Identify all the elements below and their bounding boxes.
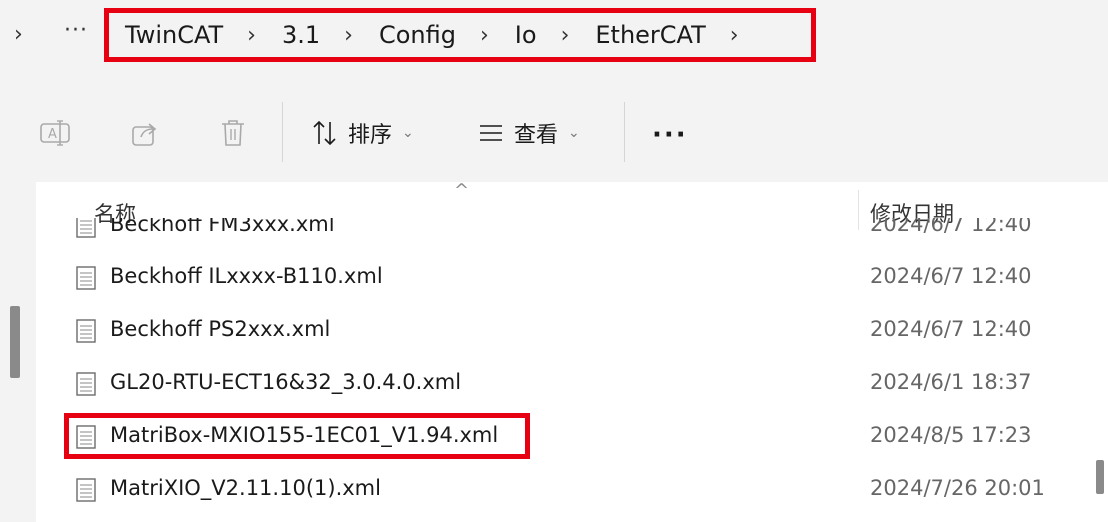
breadcrumb-item-io[interactable]: Io	[515, 21, 537, 49]
expand-path-icon[interactable]: ›	[14, 22, 23, 47]
chevron-right-icon[interactable]: ›	[247, 23, 256, 48]
document-icon	[76, 425, 96, 449]
delete-icon[interactable]	[216, 116, 250, 150]
breadcrumb-segment: TwinCAT ›	[125, 21, 282, 49]
breadcrumb-item-twincat[interactable]: TwinCAT	[125, 21, 223, 49]
file-row[interactable]: GL20-RTU-ECT16&32_3.0.4.0.xml 2024/6/1 1…	[36, 358, 1096, 411]
more-options-button[interactable]: ···	[652, 120, 688, 150]
chevron-down-icon: ⌄	[402, 125, 414, 141]
chevron-down-icon: ⌄	[568, 125, 580, 141]
document-icon	[76, 319, 96, 343]
document-icon	[76, 266, 96, 290]
file-modified-date: 2024/8/5 17:23	[870, 423, 1032, 447]
file-modified-date: 2024/6/1 18:37	[870, 370, 1032, 394]
nav-pane-scrollbar[interactable]	[10, 306, 20, 378]
share-icon-graphic	[132, 123, 157, 146]
file-row[interactable]: Beckhoff FM3xxx.xml 2024/6/7 12:40	[36, 218, 1096, 252]
command-bar: A 排序 ⌄ 查看 ⌄ ···	[0, 94, 1108, 170]
breadcrumb-item-ethercat[interactable]: EtherCAT	[595, 21, 705, 49]
share-icon[interactable]	[128, 116, 162, 150]
file-row[interactable]: Beckhoff PS2xxx.xml 2024/6/7 12:40	[36, 305, 1096, 358]
toolbar-divider	[282, 102, 283, 162]
breadcrumb-item-config[interactable]: Config	[379, 21, 456, 49]
breadcrumb-segment: 3.1 ›	[282, 21, 379, 49]
file-name: Beckhoff ILxxxx-B110.xml	[110, 264, 383, 288]
chevron-right-icon[interactable]: ›	[344, 23, 353, 48]
breadcrumb-segment: Config ›	[379, 21, 515, 49]
breadcrumb-segment: Io ›	[515, 21, 596, 49]
rename-icon[interactable]: A	[38, 116, 72, 150]
sort-arrows-icon	[313, 120, 336, 146]
document-icon	[76, 478, 96, 502]
file-row[interactable]: MatriXIO_V2.11.10(1).xml 2024/7/26 20:01	[36, 464, 1096, 517]
file-modified-date: 2024/6/7 12:40	[870, 218, 1032, 236]
file-modified-date: 2024/7/26 20:01	[870, 476, 1045, 500]
sort-button[interactable]: 排序 ⌄	[312, 114, 414, 152]
address-bar: › ··· TwinCAT › 3.1 › Config › Io › Ethe…	[0, 0, 1108, 80]
sort-label: 排序	[348, 123, 393, 148]
file-name: Beckhoff PS2xxx.xml	[110, 317, 331, 341]
view-button[interactable]: 查看 ⌄	[478, 114, 580, 152]
breadcrumb-segment: EtherCAT ›	[595, 21, 738, 49]
document-icon	[76, 218, 96, 238]
toolbar-divider	[624, 102, 625, 162]
file-row-highlighted[interactable]: MatriBox-MXIO155-1EC01_V1.94.xml 2024/8/…	[36, 411, 1096, 464]
file-list-scrollbar[interactable]	[1096, 460, 1104, 494]
svg-text:A: A	[48, 127, 57, 142]
breadcrumb: TwinCAT › 3.1 › Config › Io › EtherCAT ›	[104, 8, 816, 62]
rename-icon-graphic: A	[40, 120, 70, 146]
view-lines-icon	[480, 125, 502, 141]
file-list: ^ 名称 修改日期 Beckhoff FM3xxx.xml 2024/6/7 1…	[36, 182, 1108, 522]
file-row[interactable]: Beckhoff ILxxxx-B110.xml 2024/6/7 12:40	[36, 252, 1096, 305]
view-label: 查看	[514, 123, 559, 148]
sort-ascending-icon: ^	[454, 182, 470, 201]
file-name: MatriXIO_V2.11.10(1).xml	[110, 476, 381, 500]
chevron-right-icon[interactable]: ›	[730, 23, 739, 48]
trash-icon-graphic	[222, 120, 244, 146]
file-name: GL20-RTU-ECT16&32_3.0.4.0.xml	[110, 370, 462, 394]
file-name: MatriBox-MXIO155-1EC01_V1.94.xml	[110, 423, 499, 447]
file-modified-date: 2024/6/7 12:40	[870, 264, 1032, 288]
file-modified-date: 2024/6/7 12:40	[870, 317, 1032, 341]
more-path-button[interactable]: ···	[64, 18, 88, 43]
document-icon	[76, 372, 96, 396]
chevron-right-icon[interactable]: ›	[480, 23, 489, 48]
file-rows: Beckhoff FM3xxx.xml 2024/6/7 12:40 Beckh…	[36, 218, 1096, 517]
breadcrumb-item-3-1[interactable]: 3.1	[282, 21, 320, 49]
chevron-right-icon[interactable]: ›	[561, 23, 570, 48]
file-explorer-window: › ··· TwinCAT › 3.1 › Config › Io › Ethe…	[0, 0, 1108, 522]
file-name: Beckhoff FM3xxx.xml	[110, 218, 335, 236]
